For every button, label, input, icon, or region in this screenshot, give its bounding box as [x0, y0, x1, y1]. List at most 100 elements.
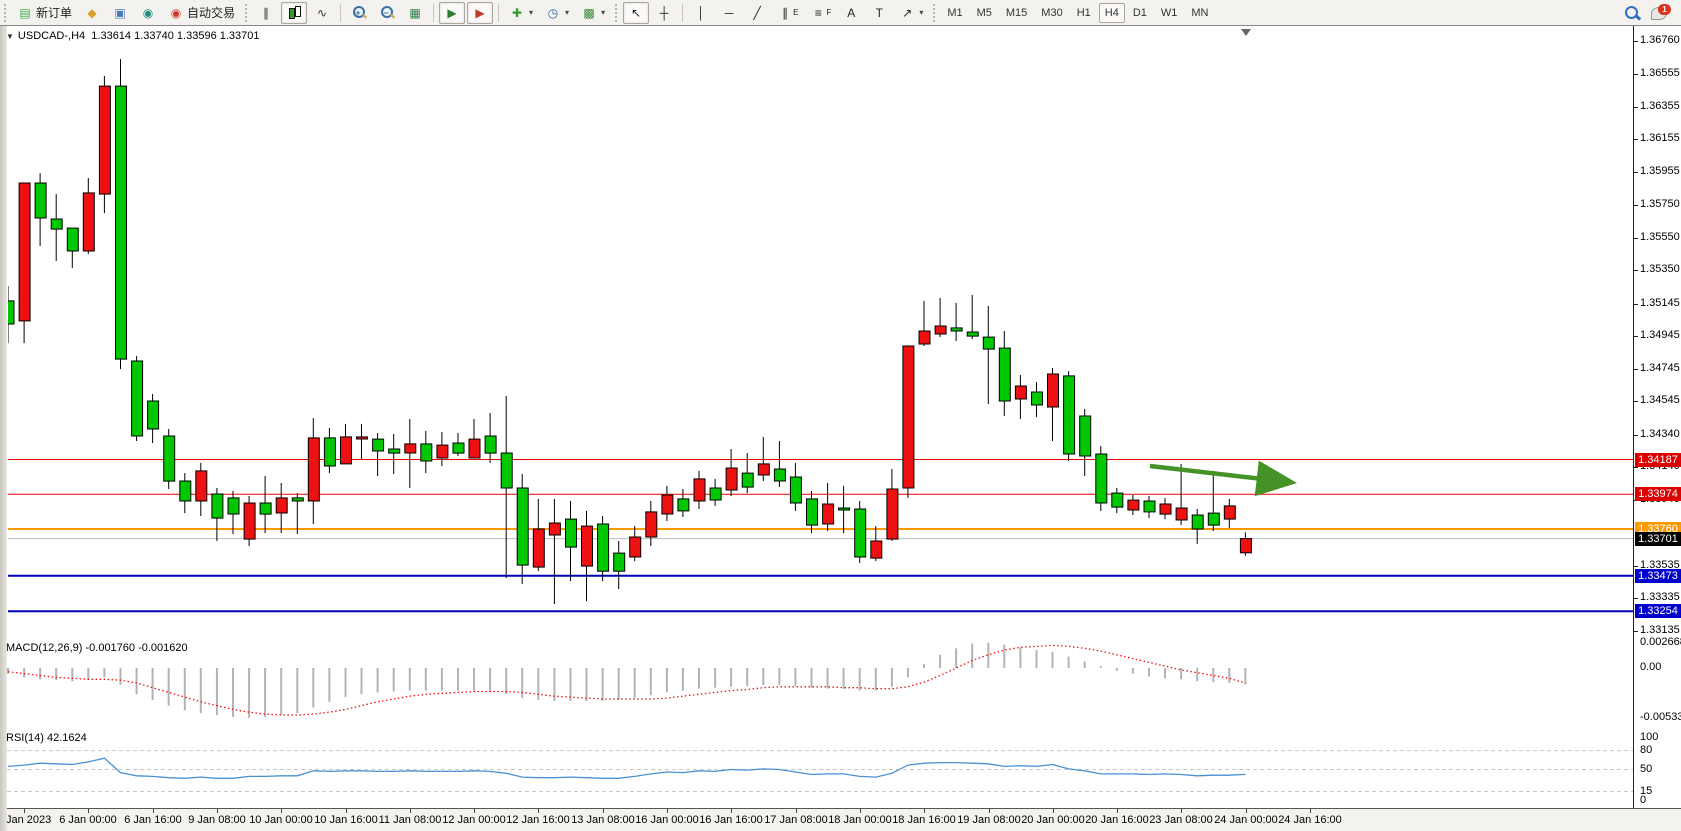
line-chart-icon: ∿ [314, 5, 330, 21]
toolbar-grip [2, 4, 9, 22]
search-icon[interactable] [1623, 4, 1641, 22]
chart-shift-button[interactable]: ▶ [467, 2, 493, 24]
timeframe-button-mn[interactable]: MN [1185, 3, 1214, 23]
toolbar-separator [498, 4, 499, 22]
signals-button[interactable]: ◉ [135, 2, 161, 24]
timeframe-button-d1[interactable]: D1 [1127, 3, 1153, 23]
rsi-axis-label: 50 [1640, 763, 1652, 775]
indicators-button[interactable]: ✚▾ [504, 2, 538, 24]
periods-icon: ◷ [545, 5, 561, 21]
horizontal-line-button[interactable]: ─ [716, 2, 742, 24]
price-axis-label: 1.34545 [1640, 394, 1680, 406]
rsi-value: 42.1624 [47, 732, 87, 744]
text-button[interactable]: A [838, 2, 864, 24]
auto-trading-button-label: 自动交易 [187, 4, 235, 21]
price-badge: 1.33473 [1635, 569, 1681, 583]
macd-label: MACD(12,26,9) -0.001760 -0.001620 [6, 642, 188, 654]
templates-button[interactable]: ▩▾ [576, 2, 610, 24]
timeframe-button-w1[interactable]: W1 [1155, 3, 1184, 23]
time-axis-label: 12 Jan 00:00 [442, 814, 506, 826]
templates-icon: ▩ [581, 5, 597, 21]
zoom-out-button[interactable]: − [374, 2, 400, 24]
line-chart-button[interactable]: ∿ [309, 2, 335, 24]
chart-shift-marker [1241, 29, 1251, 36]
toolbar-grip [613, 4, 620, 22]
timeframe-button-m1[interactable]: M1 [941, 3, 968, 23]
auto-trading-button[interactable]: ◉自动交易 [163, 1, 240, 24]
chart-title: ▼USDCAD-,H4 1.33614 1.33740 1.33596 1.33… [6, 30, 260, 42]
time-axis-label: 5 Jan 2023 [0, 814, 51, 826]
timeframe-button-m15[interactable]: M15 [1000, 3, 1033, 23]
bar-chart-icon: ∥ [258, 5, 274, 21]
price-axis-label: 1.35350 [1640, 263, 1680, 275]
price-axis: 1.367601.365551.363551.361551.359551.357… [1633, 26, 1681, 808]
rsi-pane[interactable] [0, 729, 1633, 809]
time-axis-label: 18 Jan 16:00 [892, 814, 956, 826]
notifications-icon[interactable]: 1 [1651, 4, 1671, 22]
vertical-line-button[interactable]: │ [688, 2, 714, 24]
time-axis-label: 18 Jan 00:00 [828, 814, 892, 826]
time-axis-label: 6 Jan 16:00 [124, 814, 182, 826]
rsi-axis-label: 80 [1640, 744, 1652, 756]
timeframe-button-h1[interactable]: H1 [1071, 3, 1097, 23]
price-axis-label: 1.35145 [1640, 297, 1680, 309]
toolbar-grip [931, 4, 938, 22]
time-axis: 5 Jan 20236 Jan 00:006 Jan 16:009 Jan 08… [0, 808, 1681, 831]
price-axis-label: 1.36355 [1640, 100, 1680, 112]
price-axis-label: 1.36555 [1640, 67, 1680, 79]
time-axis-label: 20 Jan 16:00 [1085, 814, 1149, 826]
zoom-in-button[interactable]: + [346, 2, 372, 24]
arrows-button[interactable]: ↗▾ [894, 2, 928, 24]
macd-signal-line [8, 645, 1245, 715]
auto-trading-icon: ◉ [168, 5, 184, 21]
price-axis-label: 1.35750 [1640, 198, 1680, 210]
toolbar-separator [682, 4, 683, 22]
time-axis-label: 10 Jan 00:00 [249, 814, 313, 826]
cursor-button[interactable]: ↖ [623, 2, 649, 24]
macd-pane[interactable] [0, 639, 1633, 730]
terminal-button[interactable]: ▣ [107, 2, 133, 24]
toolbar-grip [243, 4, 250, 22]
chart-title-collapse-icon[interactable]: ▼ [6, 32, 14, 41]
price-axis-label: 1.33135 [1640, 624, 1680, 636]
time-axis-label: 16 Jan 00:00 [635, 814, 699, 826]
periods-button[interactable]: ◷▾ [540, 2, 574, 24]
timeframe-button-h4[interactable]: H4 [1099, 3, 1125, 23]
chart-ohlc-values: 1.33614 1.33740 1.33596 1.33701 [91, 30, 259, 42]
bar-chart-button[interactable]: ∥ [253, 2, 279, 24]
rsi-label: RSI(14) 42.1624 [6, 732, 87, 744]
time-axis-label: 9 Jan 08:00 [188, 814, 246, 826]
trendline-button[interactable]: ╱ [744, 2, 770, 24]
equidistant-channel-button[interactable]: ∥E [772, 2, 803, 24]
timeframe-button-m5[interactable]: M5 [971, 3, 998, 23]
chevron-down-icon[interactable]: ▾ [601, 8, 605, 17]
chevron-down-icon[interactable]: ▾ [919, 8, 923, 17]
chevron-down-icon[interactable]: ▾ [529, 8, 533, 17]
tile-windows-button[interactable]: ▦ [402, 2, 428, 24]
tile-windows-icon: ▦ [407, 5, 423, 21]
candlestick-chart-button[interactable] [281, 2, 307, 24]
notification-badge: 1 [1658, 4, 1671, 15]
auto-scroll-button[interactable]: ▶ [439, 2, 465, 24]
text-label-button[interactable]: T [866, 2, 892, 24]
candlestick-icon [286, 5, 302, 21]
chart-window: ▼USDCAD-,H4 1.33614 1.33740 1.33596 1.33… [0, 25, 1681, 831]
crosshair-button[interactable]: ┼ [651, 2, 677, 24]
new-order-button[interactable]: ▤新订单 [12, 1, 77, 24]
rsi-axis-label: 0 [1640, 794, 1646, 806]
chevron-down-icon[interactable]: ▾ [565, 8, 569, 17]
horizontal-line-icon: ─ [721, 5, 737, 21]
time-axis-label: 16 Jan 16:00 [699, 814, 763, 826]
window-resize-gutter[interactable] [0, 26, 7, 831]
toolbar: ▤新订单◆▣◉◉自动交易∥∿+−▦▶▶✚▾◷▾▩▾↖┼│─╱∥E≡FAT↗▾M1… [0, 0, 1681, 26]
macd-axis-label: -0.00533 [1640, 711, 1681, 723]
macd-values: -0.001760 -0.001620 [85, 642, 187, 654]
timeframe-button-m30[interactable]: M30 [1035, 3, 1068, 23]
market-watch-button[interactable]: ◆ [79, 2, 105, 24]
macd-axis-label: 0.002668 [1640, 636, 1681, 648]
text-label-icon: T [871, 5, 887, 21]
time-axis-label: 23 Jan 08:00 [1149, 814, 1213, 826]
price-chart-pane[interactable] [0, 26, 1633, 640]
fibonacci-button[interactable]: ≡F [805, 2, 836, 24]
vertical-line-icon: │ [693, 5, 709, 21]
